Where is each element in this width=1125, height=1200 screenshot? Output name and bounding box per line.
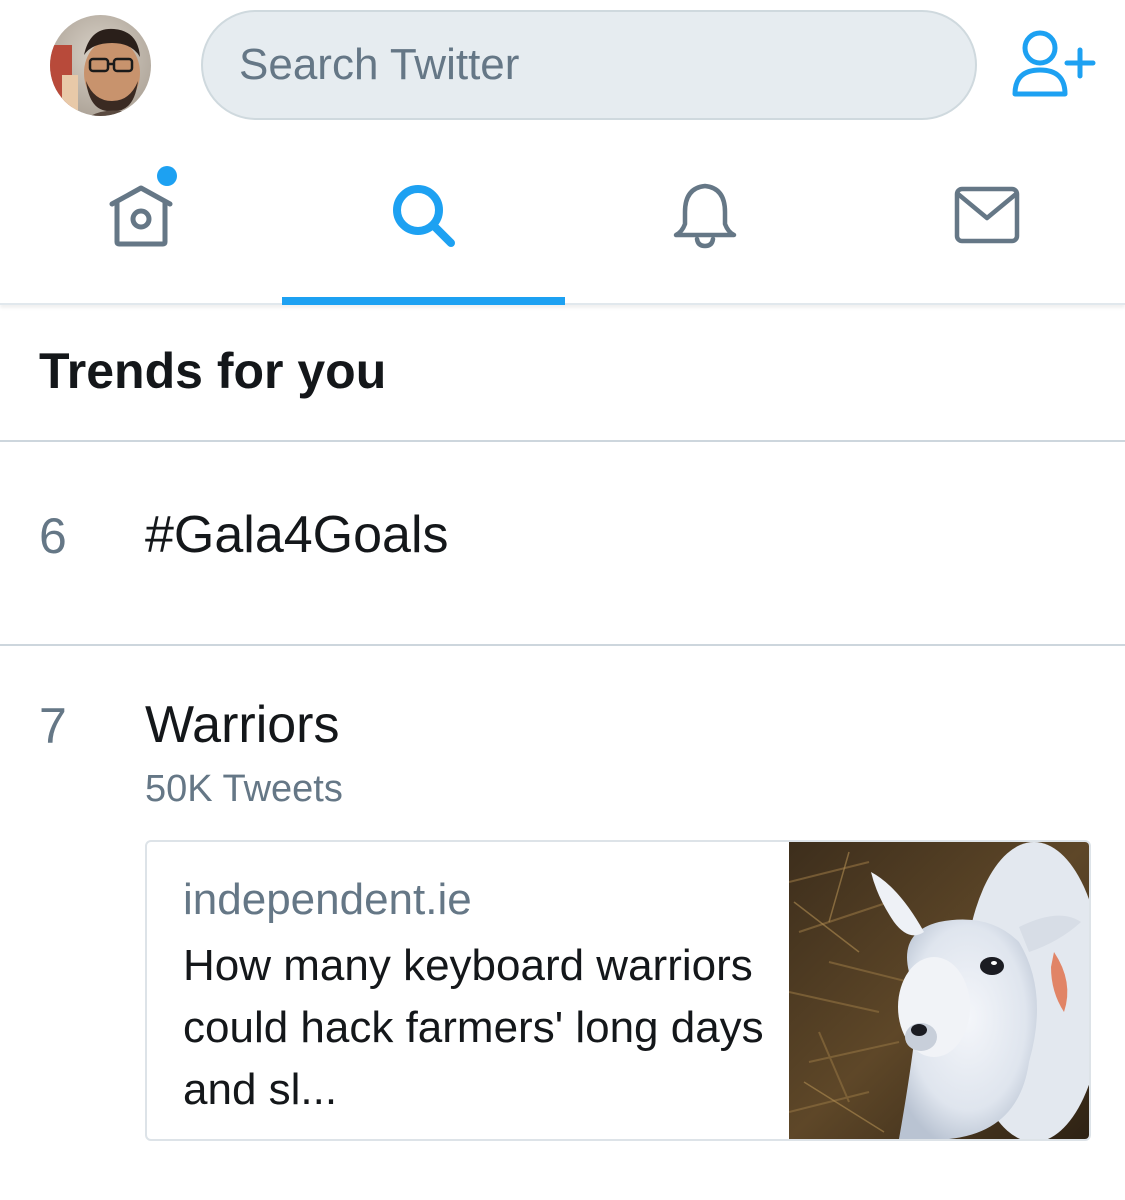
trend-tweet-count: 50K Tweets	[145, 768, 343, 810]
tab-bar	[0, 140, 1125, 305]
explore-screen: Trends for you 6 #Gala4Goals 7 Warriors …	[0, 0, 1125, 1200]
divider	[0, 440, 1125, 442]
trend-name: Warriors	[145, 696, 340, 754]
tab-messages[interactable]	[846, 140, 1125, 303]
avatar-photo	[50, 15, 151, 116]
active-tab-indicator	[282, 297, 565, 305]
trend-rank: 7	[39, 698, 67, 754]
search-bar[interactable]	[201, 10, 977, 120]
search-icon	[393, 185, 455, 247]
trend-link-card[interactable]: independent.ie How many keyboard warrior…	[145, 840, 1091, 1141]
trend-name: #Gala4Goals	[145, 506, 449, 564]
mail-icon	[954, 186, 1020, 244]
card-thumbnail	[788, 842, 1089, 1139]
card-domain: independent.ie	[183, 875, 472, 924]
home-icon	[109, 185, 173, 247]
bell-icon	[673, 183, 737, 249]
search-input[interactable]	[239, 12, 939, 118]
notification-dot	[157, 166, 177, 186]
add-user-button[interactable]	[1010, 28, 1100, 104]
divider	[0, 644, 1125, 646]
lamb-photo	[788, 842, 1089, 1139]
trends-title: Trends for you	[39, 343, 387, 399]
trend-rank: 6	[39, 508, 67, 564]
avatar[interactable]	[50, 15, 151, 116]
tab-home[interactable]	[0, 140, 282, 303]
card-headline: How many keyboard warriors could hack fa…	[183, 941, 764, 1114]
tab-notifications[interactable]	[564, 140, 846, 303]
add-user-icon	[1012, 30, 1096, 97]
tab-search[interactable]	[282, 140, 565, 305]
